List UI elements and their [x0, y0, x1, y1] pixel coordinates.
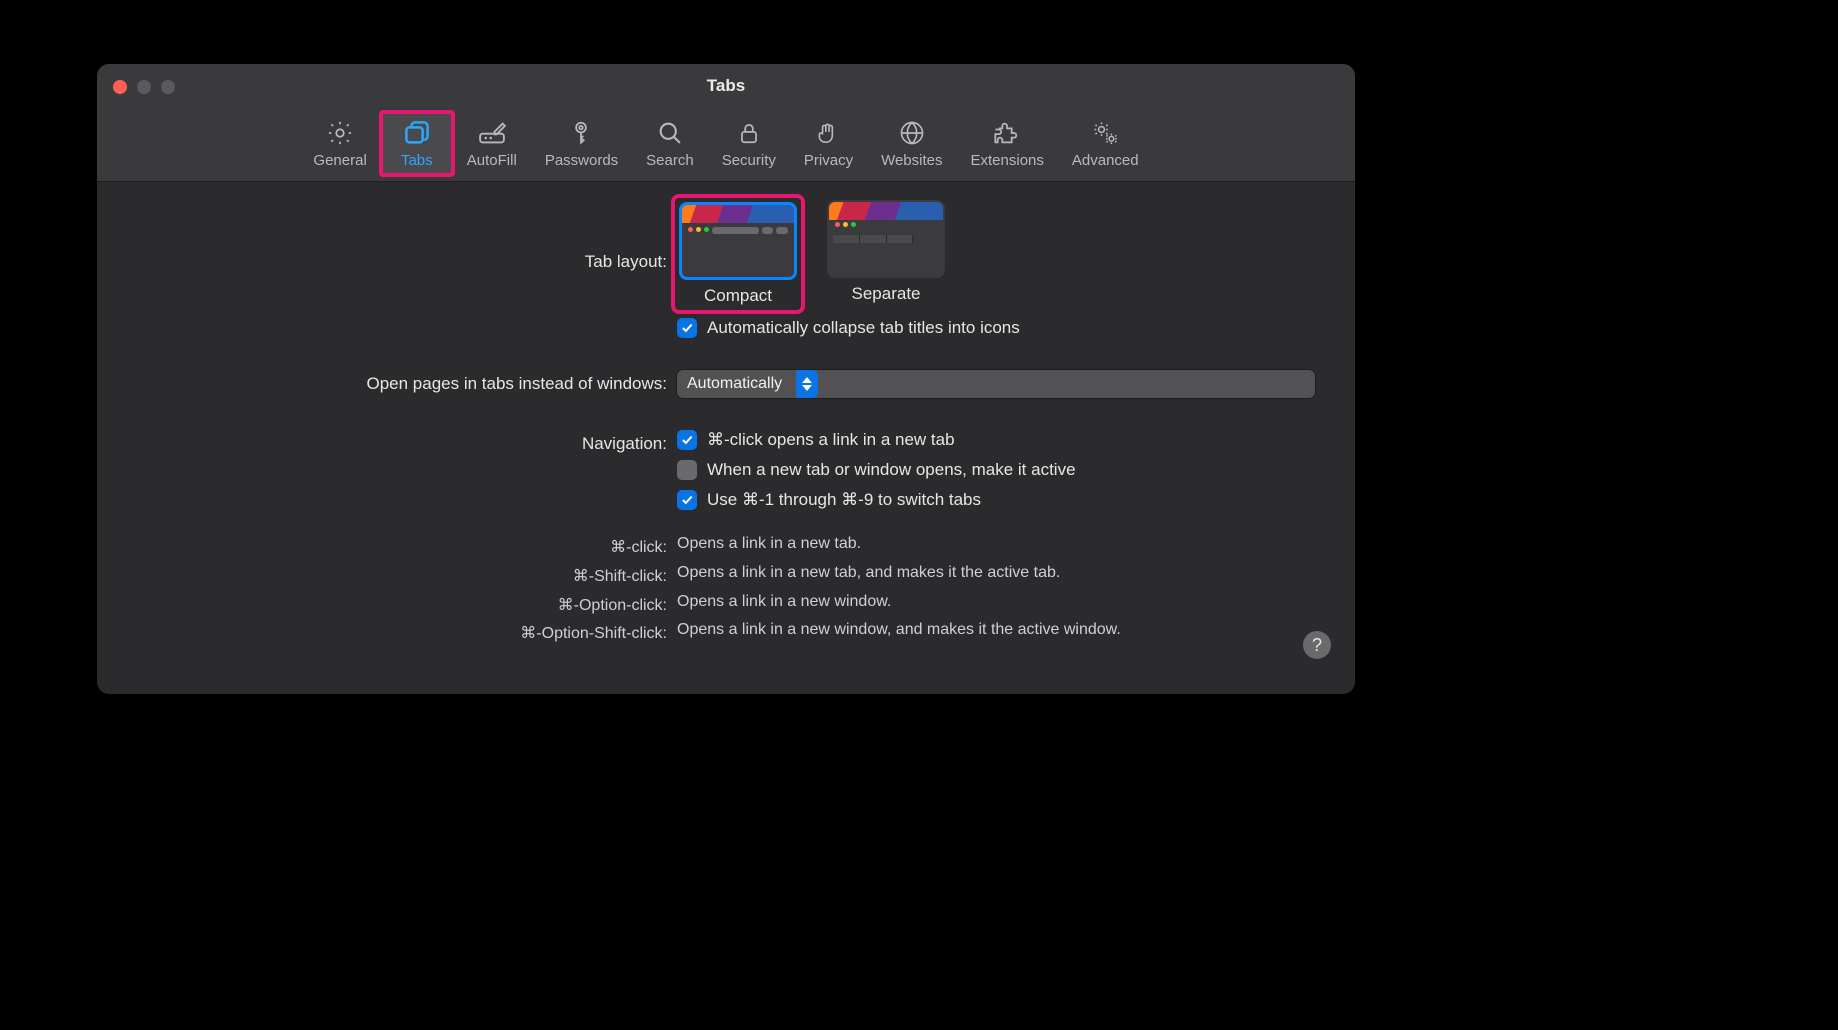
window-title: Tabs [97, 76, 1355, 96]
toolbar-item-extensions[interactable]: Extensions [957, 112, 1058, 175]
checkbox-label: When a new tab or window opens, make it … [707, 460, 1076, 480]
toolbar-item-advanced[interactable]: Advanced [1058, 112, 1153, 175]
toolbar-item-privacy[interactable]: Privacy [790, 112, 867, 175]
toolbar-item-label: Extensions [971, 152, 1044, 169]
toolbar-item-label: AutoFill [467, 152, 517, 169]
open-pages-value: Automatically [687, 375, 782, 393]
preferences-toolbar: General Tabs AutoFill Passwords [97, 112, 1355, 175]
shortcut-desc: Opens a link in a new window. [677, 590, 1315, 615]
cmd-number-switch-checkbox[interactable] [677, 490, 697, 510]
lock-icon [734, 118, 764, 148]
make-active-checkbox[interactable] [677, 460, 697, 480]
shortcut-desc: Opens a link in a new tab, and makes it … [677, 561, 1315, 586]
open-pages-popup[interactable]: Automatically [677, 370, 1315, 398]
toolbar-item-label: Advanced [1072, 152, 1139, 169]
toolbar-item-search[interactable]: Search [632, 112, 708, 175]
toolbar-item-general[interactable]: General [299, 112, 380, 175]
toolbar-item-label: Tabs [401, 152, 433, 169]
stepper-arrows-icon [796, 370, 818, 398]
checkbox-label: Use ⌘-1 through ⌘-9 to switch tabs [707, 490, 981, 510]
puzzle-icon [992, 118, 1022, 148]
tab-layout-label: Tab layout: [137, 200, 677, 272]
toolbar-item-passwords[interactable]: Passwords [531, 112, 632, 175]
tabs-icon [402, 118, 432, 148]
toolbar-item-security[interactable]: Security [708, 112, 790, 175]
tab-layout-option-label: Separate [852, 284, 921, 304]
shortcut-key: ⌘-Option-Shift-click: [137, 618, 677, 647]
tab-layout-options: Compact Separate [677, 200, 1315, 308]
toolbar-item-label: Search [646, 152, 694, 169]
toolbar-item-label: Privacy [804, 152, 853, 169]
toolbar-item-label: Security [722, 152, 776, 169]
question-icon: ? [1312, 635, 1322, 656]
cmd-click-new-tab-checkbox[interactable] [677, 430, 697, 450]
tab-layout-compact[interactable]: Compact [677, 200, 799, 308]
titlebar: Tabs General Tabs AutoFill [97, 64, 1355, 182]
toolbar-item-label: Websites [881, 152, 942, 169]
toolbar-item-tabs[interactable]: Tabs [381, 112, 453, 175]
gear-icon [325, 118, 355, 148]
shortcut-help: ⌘-click: Opens a link in a new tab. ⌘-Sh… [137, 532, 1315, 647]
gears-icon [1090, 118, 1120, 148]
shortcut-desc: Opens a link in a new tab. [677, 532, 1315, 557]
open-pages-label: Open pages in tabs instead of windows: [137, 370, 677, 394]
globe-icon [897, 118, 927, 148]
tab-layout-option-label: Compact [704, 286, 772, 306]
help-button[interactable]: ? [1303, 631, 1331, 659]
preferences-window: Tabs General Tabs AutoFill [97, 64, 1355, 694]
compact-preview-icon [679, 202, 797, 280]
pencil-field-icon [477, 118, 507, 148]
magnifier-icon [655, 118, 685, 148]
toolbar-item-label: General [313, 152, 366, 169]
key-icon [566, 118, 596, 148]
shortcut-key: ⌘-Option-click: [137, 590, 677, 619]
collapse-titles-label: Automatically collapse tab titles into i… [707, 318, 1020, 338]
checkbox-label: ⌘-click opens a link in a new tab [707, 430, 955, 450]
tabs-pane: Tab layout: Compact [97, 182, 1355, 677]
shortcut-desc: Opens a link in a new window, and makes … [677, 618, 1315, 643]
toolbar-item-autofill[interactable]: AutoFill [453, 112, 531, 175]
tab-layout-separate[interactable]: Separate [827, 200, 945, 304]
collapse-titles-checkbox[interactable] [677, 318, 697, 338]
separate-preview-icon [827, 200, 945, 278]
shortcut-key: ⌘-click: [137, 532, 677, 561]
navigation-label: Navigation: [137, 430, 677, 454]
toolbar-item-label: Passwords [545, 152, 618, 169]
hand-icon [813, 118, 843, 148]
shortcut-key: ⌘-Shift-click: [137, 561, 677, 590]
toolbar-item-websites[interactable]: Websites [867, 112, 956, 175]
